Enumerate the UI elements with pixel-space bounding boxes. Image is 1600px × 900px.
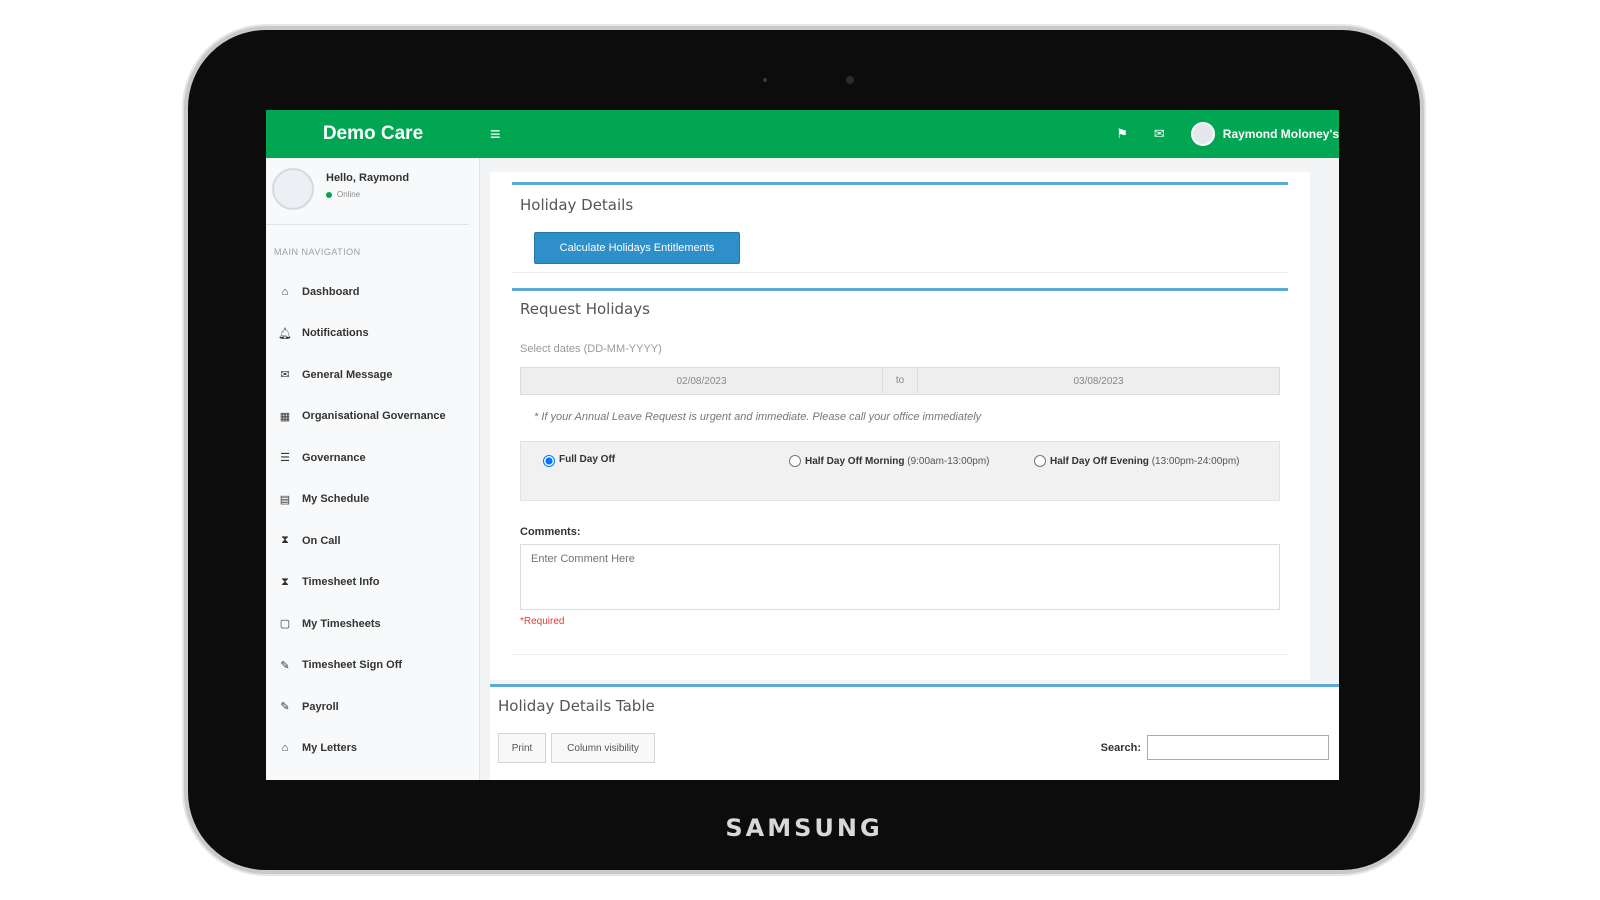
- option-time: (9:00am-13:00pm): [907, 456, 990, 467]
- required-label: *Required: [520, 616, 565, 627]
- full-day-off-option[interactable]: Full Day Off: [543, 454, 615, 467]
- dates-label: Select dates (DD-MM-YYYY): [520, 343, 662, 355]
- date-range: to: [520, 367, 1280, 395]
- sidebar: Hello, Raymond Online MAIN NAVIGATION ⌂ D…: [266, 158, 480, 780]
- day-off-options: Full Day Off Half Day Off Morning (9:00a…: [520, 441, 1280, 501]
- sidebar-item-label: On Call: [302, 534, 341, 547]
- sidebar-item-my-timesheets[interactable]: ▢ My Timesheets: [266, 603, 479, 645]
- date-to-label: to: [883, 367, 917, 395]
- half-day-evening-option[interactable]: Half Day Off Evening (13:00pm-24:00pm): [1034, 454, 1250, 470]
- full-day-off-radio[interactable]: [543, 455, 555, 467]
- main-content: Holiday Details Calculate Holidays Entit…: [490, 158, 1339, 780]
- search-input[interactable]: [1147, 735, 1329, 760]
- status-dot-icon: [326, 191, 332, 198]
- holiday-table-card: Holiday Details Table Print Column visib…: [490, 684, 1339, 780]
- calculate-entitlements-button[interactable]: Calculate Holidays Entitlements: [534, 232, 740, 264]
- sidebar-item-timesheet-info[interactable]: ⧗ Timesheet Info: [266, 562, 479, 604]
- online-status: Online: [326, 190, 409, 199]
- sidebar-item-label: Notifications: [302, 327, 369, 340]
- sidebar-item-general-message[interactable]: ✉ General Message: [266, 354, 479, 396]
- holiday-details-title: Holiday Details: [520, 196, 634, 214]
- divider: [512, 654, 1288, 655]
- half-day-evening-radio[interactable]: [1034, 455, 1046, 467]
- user-panel: Hello, Raymond Online: [266, 158, 469, 225]
- status-label: Online: [337, 190, 361, 199]
- sidebar-item-on-call[interactable]: ⧗ On Call: [266, 520, 479, 562]
- sidebar-item-dashboard[interactable]: ⌂ Dashboard: [266, 271, 479, 313]
- nav-header: MAIN NAVIGATION: [274, 247, 361, 257]
- table-icon: ▦: [279, 410, 291, 423]
- holiday-request-card: Holiday Details Calculate Holidays Entit…: [490, 172, 1310, 680]
- hourglass-icon: ⧗: [281, 575, 289, 588]
- calendar-icon: ▤: [279, 493, 291, 506]
- avatar: [1190, 122, 1215, 146]
- sidebar-item-label: My Schedule: [302, 493, 370, 506]
- sidebar-item-label: My Letters: [302, 742, 358, 755]
- sidebar-item-notifications[interactable]: 🔔︎ Notifications: [266, 313, 479, 355]
- sidebar-item-label: Payroll: [302, 700, 339, 713]
- sidebar-item-my-schedule[interactable]: ▤ My Schedule: [266, 479, 479, 521]
- app-logo[interactable]: Demo Care: [266, 123, 480, 145]
- sidebar-item-organisational-governance[interactable]: ▦ Organisational Governance: [266, 396, 479, 438]
- letters-icon: ⌂: [281, 742, 289, 755]
- sidebar-item-label: Organisational Governance: [302, 410, 446, 423]
- dashboard-icon: ⌂: [281, 285, 289, 298]
- bell-icon: 🔔︎: [278, 327, 292, 340]
- user-avatar: [272, 168, 314, 210]
- sidebar-item-label: Timesheet Sign Off: [302, 659, 403, 672]
- pencil-icon: ✎: [280, 701, 290, 714]
- user-menu[interactable]: Raymond Moloney's: [1190, 122, 1339, 146]
- sidebar-item-label: General Message: [302, 368, 393, 381]
- sidebar-item-my-letters[interactable]: ⌂ My Letters: [266, 728, 479, 770]
- request-holidays-title: Request Holidays: [520, 300, 650, 318]
- top-navbar: Demo Care ≡ ⚑ ✉ Raymond Moloney's: [266, 110, 1339, 158]
- user-name: Raymond Moloney's: [1222, 127, 1339, 141]
- sensor-dot: [763, 78, 767, 82]
- greeting: Hello, Raymond: [326, 172, 410, 184]
- urgent-leave-note: * If your Annual Leave Request is urgent…: [534, 411, 982, 423]
- search-label: Search:: [1100, 742, 1141, 754]
- sidebar-item-label: My Timesheets: [302, 617, 381, 630]
- date-from-input[interactable]: [520, 367, 883, 395]
- sidebar-item-governance[interactable]: ☰ Governance: [266, 437, 479, 479]
- tablet-frame: Demo Care ≡ ⚑ ✉ Raymond Moloney's Hello,…: [188, 30, 1420, 870]
- mail-icon[interactable]: ✉: [1154, 126, 1165, 142]
- sidebar-item-label: Dashboard: [302, 285, 360, 298]
- envelope-icon: ✉: [280, 369, 290, 382]
- half-day-morning-option[interactable]: Half Day Off Morning (9:00am-13:00pm): [789, 454, 1005, 470]
- calendar-icon: ▢: [279, 618, 291, 631]
- half-day-morning-radio[interactable]: [789, 455, 801, 467]
- pencil-icon: ✎: [280, 659, 290, 672]
- camera-icon: [846, 76, 854, 84]
- print-button[interactable]: Print: [498, 733, 546, 763]
- sidebar-item-timesheet-sign-off[interactable]: ✎ Timesheet Sign Off: [266, 645, 479, 687]
- request-holidays-section: Request Holidays Select dates (DD-MM-YYY…: [512, 288, 1288, 655]
- holiday-table-title: Holiday Details Table: [498, 697, 655, 715]
- hamburger-menu-icon[interactable]: ≡: [490, 124, 501, 145]
- comments-textarea[interactable]: [520, 544, 1280, 610]
- list-icon: ☰: [280, 452, 290, 465]
- holiday-details-section: Holiday Details Calculate Holidays Entit…: [512, 182, 1288, 273]
- flag-icon[interactable]: ⚑: [1116, 126, 1128, 142]
- device-brand: SAMSUNG: [725, 814, 883, 842]
- option-label: Half Day Off Evening: [1050, 456, 1149, 467]
- tablet-screen: Demo Care ≡ ⚑ ✉ Raymond Moloney's Hello,…: [266, 110, 1339, 780]
- option-label: Full Day Off: [559, 454, 616, 465]
- date-to-input[interactable]: [917, 367, 1280, 395]
- divider: [512, 272, 1288, 273]
- sidebar-item-payroll[interactable]: ✎ Payroll: [266, 686, 479, 728]
- column-visibility-button[interactable]: Column visibility: [551, 733, 655, 763]
- sidebar-item-label: Governance: [302, 451, 366, 464]
- option-label: Half Day Off Morning: [805, 456, 905, 467]
- comments-label: Comments:: [520, 526, 581, 538]
- main-navigation: ⌂ Dashboard 🔔︎ Notifications ✉ General Messag…: [266, 271, 479, 769]
- hourglass-icon: ⧗: [281, 534, 289, 547]
- sidebar-item-label: Timesheet Info: [302, 576, 380, 589]
- option-time: (13:00pm-24:00pm): [1151, 456, 1240, 467]
